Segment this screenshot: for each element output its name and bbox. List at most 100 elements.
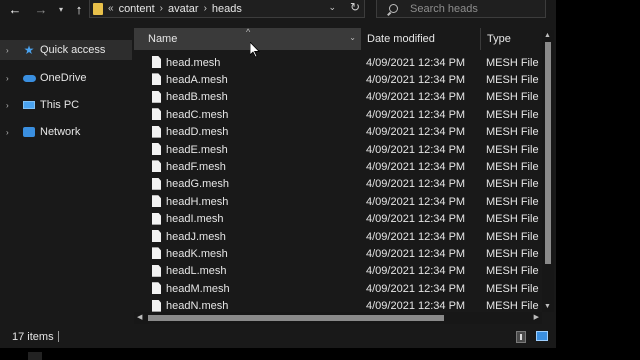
file-icon [152, 108, 161, 121]
file-row[interactable]: headL.mesh 4/09/2021 12:34 PM MESH File [134, 263, 542, 280]
file-row[interactable]: headG.mesh 4/09/2021 12:34 PM MESH File [134, 176, 542, 193]
column-header-type[interactable]: Type [480, 28, 542, 50]
file-row[interactable]: headH.mesh 4/09/2021 12:34 PM MESH File [134, 193, 542, 210]
horizontal-scroll-thumb[interactable] [148, 315, 444, 321]
file-date: 4/09/2021 12:34 PM [366, 300, 466, 313]
file-name: headG.mesh [166, 178, 229, 191]
file-type: MESH File [486, 282, 539, 295]
column-header-name[interactable]: Name ^ ⌄ [134, 28, 360, 50]
file-date: 4/09/2021 12:34 PM [366, 143, 466, 156]
column-date-label: Date modified [367, 33, 435, 45]
file-date: 4/09/2021 12:34 PM [366, 282, 466, 295]
chevron-right-icon[interactable]: › [6, 46, 14, 55]
scroll-right-icon[interactable]: ▶ [534, 313, 539, 321]
nav-item-network[interactable]: › Network [0, 122, 132, 142]
chevron-right-icon[interactable]: › [6, 128, 14, 137]
address-toolbar: ← → ▾ ↑ « content › avatar › heads ⌄ ↻ [0, 0, 556, 22]
file-type: MESH File [486, 73, 539, 86]
file-row[interactable]: headA.mesh 4/09/2021 12:34 PM MESH File [134, 71, 542, 88]
horizontal-scrollbar[interactable]: ◀ ▶ [134, 312, 542, 324]
search-input[interactable] [410, 2, 540, 15]
mouse-cursor-icon [250, 42, 260, 58]
recent-locations-button[interactable]: ▾ [56, 0, 66, 18]
search-box[interactable] [376, 0, 546, 18]
details-view-icon[interactable] [516, 331, 526, 343]
file-type: MESH File [486, 213, 539, 226]
file-name: headL.mesh [166, 265, 227, 278]
file-row[interactable]: headF.mesh 4/09/2021 12:34 PM MESH File [134, 158, 542, 175]
file-type: MESH File [486, 56, 539, 69]
arrow-up-icon: ↑ [75, 1, 83, 17]
forward-button[interactable]: → [32, 0, 50, 18]
nav-item-this-pc[interactable]: › This PC [0, 95, 132, 115]
file-row[interactable]: headJ.mesh 4/09/2021 12:34 PM MESH File [134, 228, 542, 245]
vertical-scroll-thumb[interactable] [545, 42, 551, 264]
address-history-dropdown[interactable]: ⌄ [328, 2, 336, 13]
arrow-left-icon: ← [8, 1, 22, 17]
monitor-icon [22, 99, 36, 111]
file-name: head.mesh [166, 56, 221, 69]
up-button[interactable]: ↑ [70, 0, 88, 18]
file-explorer-window: ← → ▾ ↑ « content › avatar › heads ⌄ ↻ ›… [0, 0, 556, 348]
scroll-left-icon[interactable]: ◀ [137, 313, 142, 321]
chevron-right-icon[interactable]: › [6, 101, 14, 110]
file-row[interactable]: headM.mesh 4/09/2021 12:34 PM MESH File [134, 280, 542, 297]
file-icon [152, 90, 161, 103]
back-button[interactable]: ← [6, 0, 24, 18]
file-type: MESH File [486, 265, 539, 278]
file-icon [152, 177, 161, 190]
refresh-button[interactable]: ↻ [350, 0, 360, 14]
file-row[interactable]: headE.mesh 4/09/2021 12:34 PM MESH File [134, 141, 542, 158]
file-type: MESH File [486, 247, 539, 260]
star-icon: ★ [23, 43, 35, 57]
file-date: 4/09/2021 12:34 PM [366, 73, 466, 86]
chevron-right-icon[interactable]: › [204, 3, 207, 14]
large-icons-view-icon[interactable] [536, 331, 548, 341]
scroll-up-icon[interactable]: ▲ [544, 32, 551, 39]
nav-item-onedrive[interactable]: › OneDrive [0, 68, 132, 88]
breadcrumb-content[interactable]: content [119, 3, 155, 15]
file-icon [152, 56, 161, 68]
file-name: headM.mesh [166, 282, 230, 295]
file-row[interactable]: head.mesh 4/09/2021 12:34 PM MESH File [134, 54, 542, 71]
file-type: MESH File [486, 126, 539, 139]
nav-item-label: Network [40, 126, 81, 138]
column-type-label: Type [487, 33, 511, 45]
breadcrumb-heads[interactable]: heads [212, 3, 242, 15]
file-date: 4/09/2021 12:34 PM [366, 56, 466, 69]
search-icon [389, 4, 398, 13]
file-icon [152, 160, 161, 173]
file-date: 4/09/2021 12:34 PM [366, 91, 466, 104]
file-type: MESH File [486, 178, 539, 191]
item-count: 17 items [12, 331, 54, 343]
file-type: MESH File [486, 300, 539, 313]
vertical-scrollbar[interactable]: ▲ ▼ [542, 30, 554, 312]
column-header-date[interactable]: Date modified [360, 28, 480, 50]
file-date: 4/09/2021 12:34 PM [366, 247, 466, 260]
chevron-right-icon[interactable]: › [6, 74, 14, 83]
nav-item-label: OneDrive [40, 72, 87, 84]
file-date: 4/09/2021 12:34 PM [366, 213, 466, 226]
file-row[interactable]: headD.mesh 4/09/2021 12:34 PM MESH File [134, 124, 542, 141]
file-type: MESH File [486, 143, 539, 156]
chevron-right-icon[interactable]: › [160, 3, 163, 14]
file-date: 4/09/2021 12:34 PM [366, 265, 466, 278]
address-bar[interactable]: « content › avatar › heads ⌄ ↻ [89, 0, 365, 18]
file-row[interactable]: headC.mesh 4/09/2021 12:34 PM MESH File [134, 106, 542, 123]
scroll-down-icon[interactable]: ▼ [544, 303, 551, 310]
file-row[interactable]: headK.mesh 4/09/2021 12:34 PM MESH File [134, 245, 542, 262]
file-date: 4/09/2021 12:34 PM [366, 230, 466, 243]
nav-item-quick-access[interactable]: › ★ Quick access [0, 40, 132, 60]
file-list: Name ^ ⌄ Date modified Type head.mesh 4/0… [134, 28, 542, 318]
breadcrumb-avatar[interactable]: avatar [168, 3, 199, 15]
cloud-icon [22, 72, 36, 84]
network-icon [22, 126, 36, 138]
file-row[interactable]: headI.mesh 4/09/2021 12:34 PM MESH File [134, 211, 542, 228]
sort-ascending-icon: ^ [246, 28, 251, 37]
breadcrumb-overflow[interactable]: « [108, 3, 114, 14]
file-type: MESH File [486, 108, 539, 121]
column-header: Name ^ ⌄ Date modified Type [134, 28, 542, 50]
chevron-down-icon[interactable]: ⌄ [349, 33, 356, 42]
arrow-right-icon: → [34, 1, 48, 17]
file-row[interactable]: headB.mesh 4/09/2021 12:34 PM MESH File [134, 89, 542, 106]
